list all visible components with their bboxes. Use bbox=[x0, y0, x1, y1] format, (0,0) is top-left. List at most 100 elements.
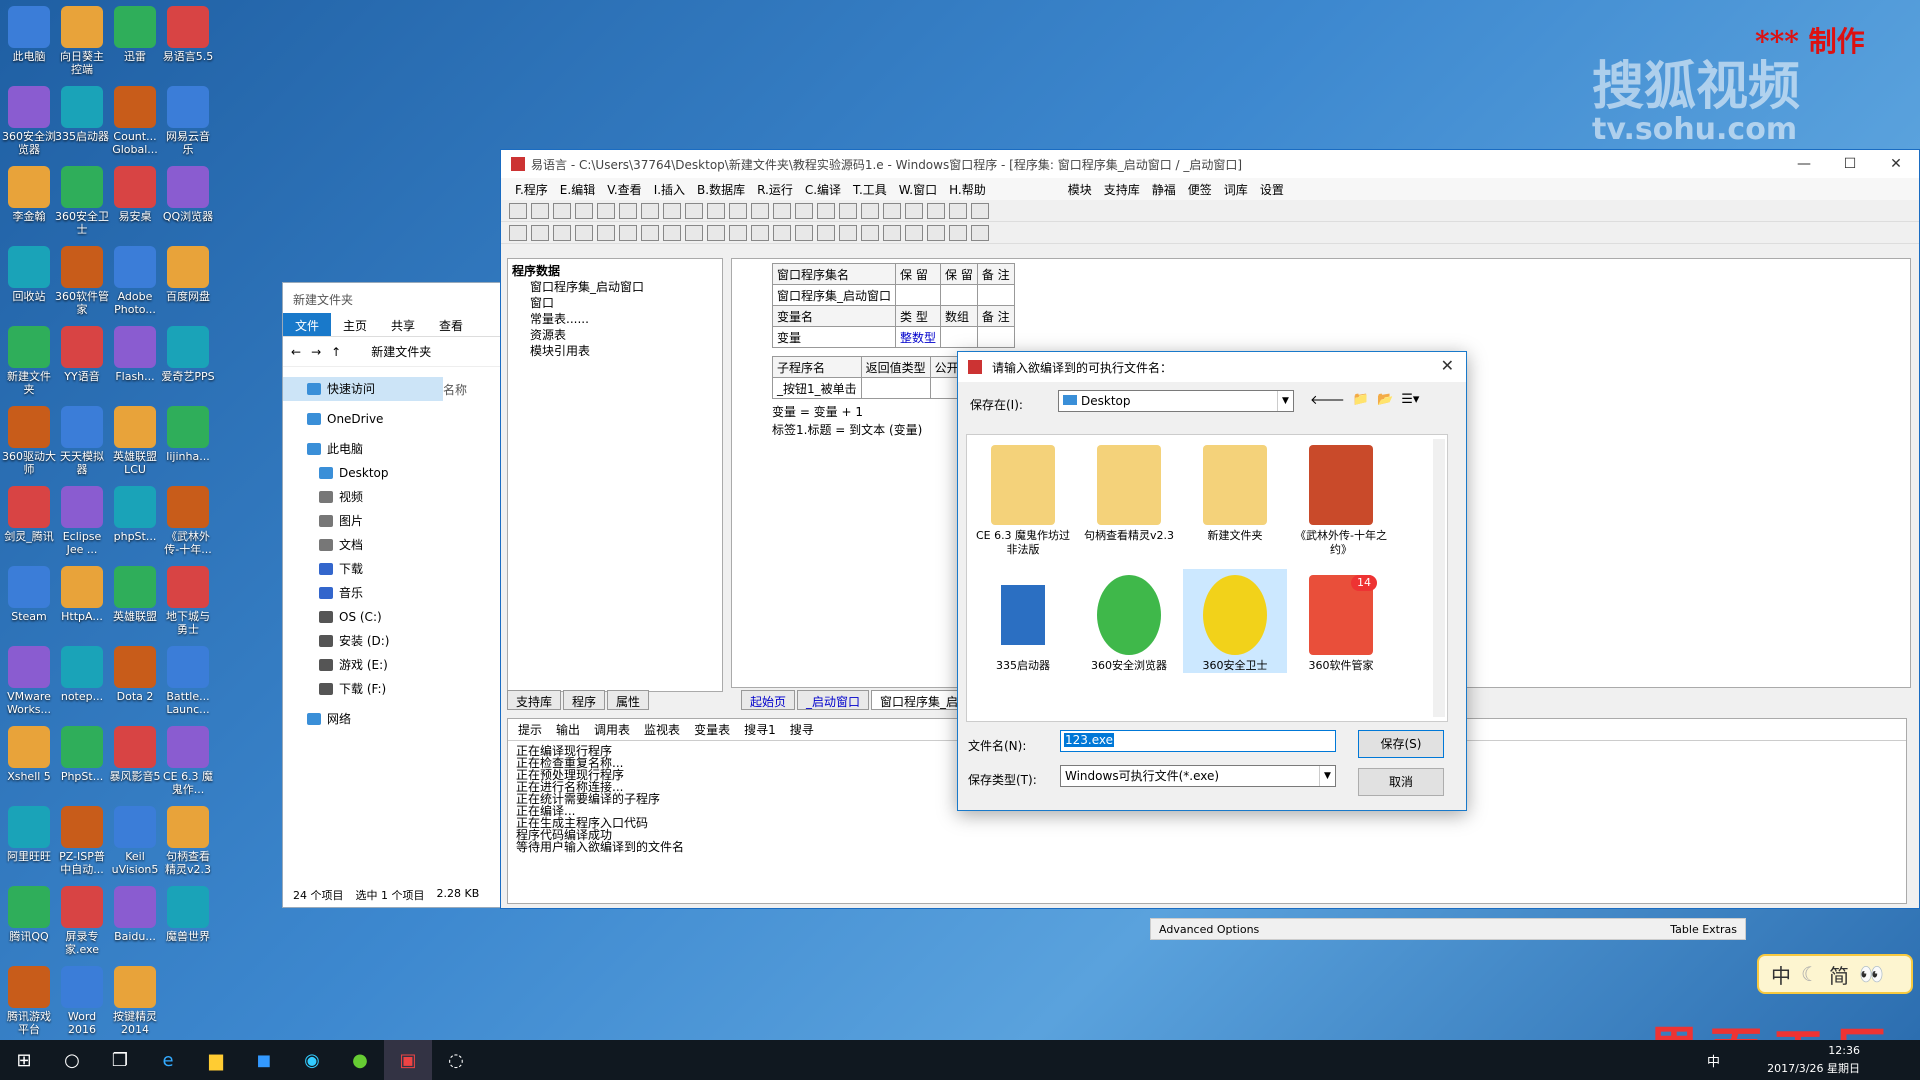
save-exe-dialog[interactable]: 请输入欲编译到的可执行文件名： ✕ 保存在(I): Desktop ▼ 🡐 📁 📂 ☰▾… bbox=[957, 351, 1467, 811]
desktop-icon[interactable]: Steam bbox=[2, 564, 56, 623]
nav-item[interactable]: 安装 (D:) bbox=[283, 629, 443, 653]
nav-item[interactable]: 视频 bbox=[283, 485, 443, 509]
nav-item[interactable]: 网络 bbox=[283, 707, 443, 731]
maximize-button[interactable]: ☐ bbox=[1827, 150, 1873, 178]
toolbar-button[interactable] bbox=[905, 202, 923, 219]
file-item[interactable]: 句柄查看精灵v2.3 bbox=[1077, 439, 1181, 543]
menu-item[interactable]: V.查看 bbox=[601, 181, 647, 198]
desktop-icon[interactable]: 回收站 bbox=[2, 244, 56, 303]
toolbar-button[interactable] bbox=[773, 202, 791, 219]
desktop-icon[interactable]: Baidu... bbox=[108, 884, 162, 943]
toolbar-button[interactable] bbox=[729, 224, 747, 241]
ime-toolbar[interactable]: 中 ☾ 简 👀 bbox=[1757, 954, 1913, 994]
grid-cell[interactable]: 变量 bbox=[771, 326, 897, 348]
desktop-icon[interactable]: 英雄联盟LCU bbox=[108, 404, 162, 476]
grid-cell[interactable]: _按钮1_被单击 bbox=[772, 377, 862, 399]
360-icon[interactable]: ● bbox=[336, 1040, 384, 1080]
desktop-icon[interactable]: 腾讯游戏平台 bbox=[2, 964, 56, 1036]
ribbon-tab-share[interactable]: 共享 bbox=[379, 313, 427, 336]
desktop-icon[interactable]: Count... Global... bbox=[108, 84, 162, 156]
tree-item-window[interactable]: 窗口 bbox=[512, 295, 718, 311]
toolbar-button[interactable] bbox=[949, 202, 967, 219]
toolbar-button[interactable] bbox=[531, 224, 549, 241]
toolbar-button[interactable] bbox=[575, 224, 593, 241]
toolbar-button[interactable] bbox=[553, 224, 571, 241]
toolbar-button[interactable] bbox=[905, 224, 923, 241]
desktop-icon[interactable]: 魔兽世界 bbox=[161, 884, 215, 943]
toolbar-button[interactable] bbox=[971, 202, 989, 219]
toolbar-button[interactable] bbox=[641, 202, 659, 219]
desktop-icon[interactable]: Battle... Launc... bbox=[161, 644, 215, 716]
grid-cell[interactable]: 窗口程序集_启动窗口 bbox=[771, 284, 897, 306]
desktop-icon[interactable]: HttpA... bbox=[55, 564, 109, 623]
nav-item[interactable]: 下载 bbox=[283, 557, 443, 581]
column-header-name[interactable]: 名称 bbox=[443, 367, 467, 731]
close-button[interactable]: ✕ bbox=[1873, 150, 1919, 178]
toolbar-button[interactable] bbox=[553, 202, 571, 219]
tab-watch[interactable]: 监视表 bbox=[644, 721, 680, 738]
toolbar-button[interactable] bbox=[509, 224, 527, 241]
tree-item-modules[interactable]: 模块引用表 bbox=[512, 343, 718, 359]
save-button[interactable]: 保存(S) bbox=[1358, 730, 1444, 758]
forward-arrow-icon[interactable]: → bbox=[311, 345, 321, 359]
toolbar-button[interactable] bbox=[707, 202, 725, 219]
tab-search[interactable]: 搜寻 bbox=[790, 721, 814, 738]
toolbar-button[interactable] bbox=[971, 224, 989, 241]
input-lang[interactable]: 中 bbox=[1707, 1051, 1720, 1070]
toolbar-button[interactable] bbox=[663, 202, 681, 219]
nav-item[interactable]: 此电脑 bbox=[283, 437, 443, 461]
menu-item[interactable]: W.窗口 bbox=[893, 181, 943, 198]
ribbon-tab-view[interactable]: 查看 bbox=[427, 313, 475, 336]
toolbar-button[interactable] bbox=[619, 224, 637, 241]
nav-item[interactable]: 快速访问 bbox=[283, 377, 443, 401]
tab-program[interactable]: 程序 bbox=[563, 690, 606, 710]
desktop-icon[interactable]: 向日葵主控端 bbox=[55, 4, 109, 76]
toolbar-button[interactable] bbox=[883, 202, 901, 219]
toolbar-button[interactable] bbox=[597, 202, 615, 219]
tab-startup-window[interactable]: _启动窗口 bbox=[797, 690, 870, 710]
filetype-select[interactable]: Windows可执行文件(*.exe) ▼ bbox=[1060, 765, 1336, 787]
menu-item[interactable]: B.数据库 bbox=[691, 181, 751, 198]
desktop-icon[interactable]: Dota 2 bbox=[108, 644, 162, 703]
nav-item[interactable]: 下载 (F:) bbox=[283, 677, 443, 701]
tab-variables[interactable]: 变量表 bbox=[694, 721, 730, 738]
desktop-icon[interactable]: 新建文件夹 bbox=[2, 324, 56, 396]
toolbar-button[interactable] bbox=[927, 224, 945, 241]
search-icon[interactable]: ○ bbox=[48, 1040, 96, 1080]
tree-root[interactable]: 程序数据 bbox=[512, 263, 718, 279]
address-path[interactable]: 新建文件夹 bbox=[371, 343, 431, 360]
tab-start-page[interactable]: 起始页 bbox=[741, 690, 796, 710]
table-extras-label[interactable]: Table Extras bbox=[1670, 923, 1737, 936]
desktop-icon[interactable]: 阿里旺旺 bbox=[2, 804, 56, 863]
file-item[interactable]: 《武林外传-十年之约》 bbox=[1289, 439, 1393, 557]
filename-input[interactable]: 123.exe bbox=[1060, 730, 1336, 752]
desktop-icon[interactable]: 李金翰 bbox=[2, 164, 56, 223]
menu-item[interactable]: I.插入 bbox=[648, 181, 691, 198]
toolbar-button[interactable] bbox=[751, 202, 769, 219]
desktop-icon[interactable]: 英雄联盟 bbox=[108, 564, 162, 623]
tab-output[interactable]: 输出 bbox=[556, 721, 580, 738]
advanced-options-label[interactable]: Advanced Options bbox=[1159, 923, 1259, 936]
menu-item[interactable]: 设置 bbox=[1254, 181, 1290, 198]
tab-search1[interactable]: 搜寻1 bbox=[744, 721, 776, 738]
desktop-icon[interactable]: 360安全卫士 bbox=[55, 164, 109, 236]
desktop-icon[interactable]: 天天模拟器 bbox=[55, 404, 109, 476]
toolbar-button[interactable] bbox=[883, 224, 901, 241]
grid-cell[interactable]: 整数型 bbox=[895, 326, 942, 348]
menu-item[interactable]: R.运行 bbox=[751, 181, 799, 198]
tab-hint[interactable]: 提示 bbox=[518, 721, 542, 738]
app-taskbar-icon[interactable]: ◼ bbox=[240, 1040, 288, 1080]
menu-item[interactable]: 模块 bbox=[1062, 181, 1098, 198]
desktop-icon[interactable]: 335启动器 bbox=[55, 84, 109, 143]
view-menu-icon[interactable]: ☰▾ bbox=[1401, 392, 1419, 408]
toolbar-button[interactable] bbox=[839, 224, 857, 241]
desktop-icon[interactable]: 剑灵_腾讯 bbox=[2, 484, 56, 543]
toolbar-button[interactable] bbox=[751, 224, 769, 241]
desktop-icon[interactable]: 迅雷 bbox=[108, 4, 162, 63]
toolbar-button[interactable] bbox=[927, 202, 945, 219]
toolbar-button[interactable] bbox=[729, 202, 747, 219]
menu-item[interactable]: H.帮助 bbox=[943, 181, 992, 198]
toolbar-button[interactable] bbox=[817, 224, 835, 241]
desktop-icon[interactable]: Flash... bbox=[108, 324, 162, 383]
desktop-icon[interactable]: lijinha... bbox=[161, 404, 215, 463]
